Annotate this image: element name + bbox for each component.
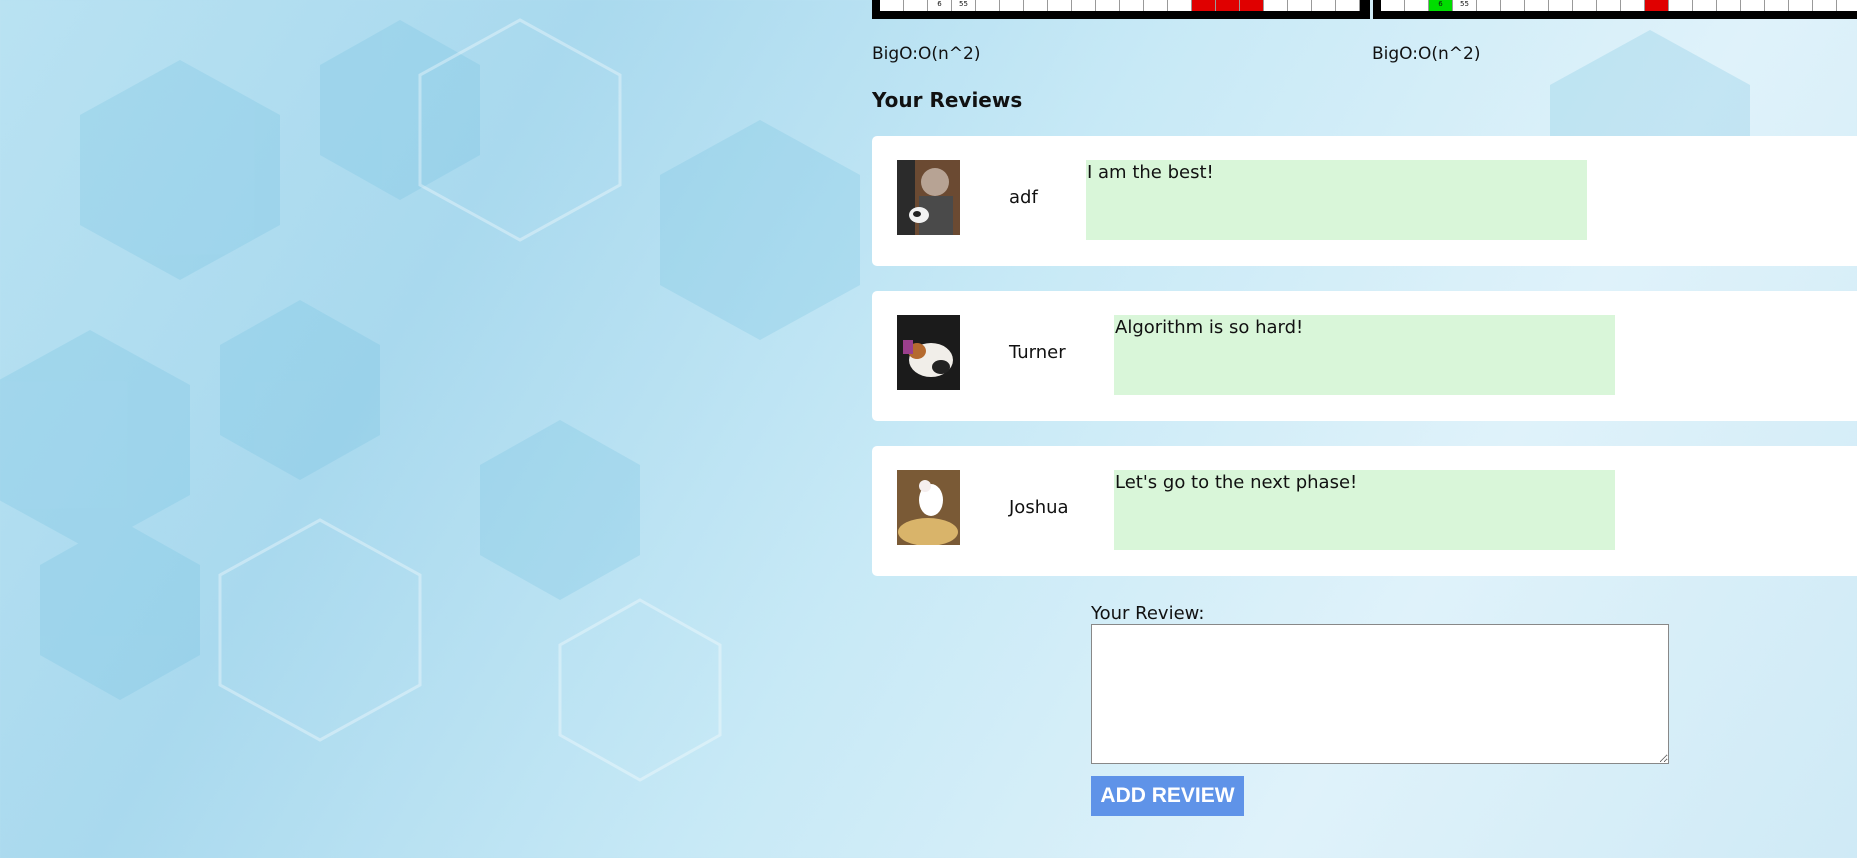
array-cell	[1381, 0, 1405, 11]
avatar	[897, 315, 960, 390]
review-text: Algorithm is so hard!	[1114, 315, 1615, 395]
array-cell	[1717, 0, 1741, 11]
array-cell	[976, 0, 1000, 11]
array-cell	[1024, 0, 1048, 11]
review-card: Joshua Let's go to the next phase!	[872, 446, 1857, 576]
reviews-heading: Your Reviews	[872, 88, 1023, 112]
array-cell	[1549, 0, 1573, 11]
array-cell	[1621, 0, 1645, 11]
array-cell	[1168, 0, 1192, 11]
array-cell	[1120, 0, 1144, 11]
array-cell	[1288, 0, 1312, 11]
array-cell	[1525, 0, 1549, 11]
array-cell	[1813, 0, 1837, 11]
review-text: I am the best!	[1086, 160, 1587, 240]
review-textarea[interactable]	[1091, 624, 1669, 764]
array-cell	[904, 0, 928, 11]
array-cell	[1573, 0, 1597, 11]
array-visualizer-right: 6 55	[1373, 0, 1857, 19]
array-cell	[1000, 0, 1024, 11]
array-cell	[1312, 0, 1336, 11]
array-cell	[1765, 0, 1789, 11]
array-cell	[1072, 0, 1096, 11]
add-review-button[interactable]: ADD REVIEW	[1091, 776, 1244, 816]
array-cell	[1264, 0, 1288, 11]
review-text: Let's go to the next phase!	[1114, 470, 1615, 550]
array-cell	[1048, 0, 1072, 11]
array-cell	[1741, 0, 1765, 11]
array-cell	[1597, 0, 1621, 11]
array-cell	[1144, 0, 1168, 11]
reviewer-name: Joshua	[1009, 497, 1069, 518]
array-cell	[1669, 0, 1693, 11]
array-cell	[1645, 0, 1669, 11]
review-card: Turner Algorithm is so hard!	[872, 291, 1857, 421]
array-cell	[1405, 0, 1429, 11]
array-cell	[1240, 0, 1264, 11]
array-cell	[1336, 0, 1360, 11]
array-cell: 6	[928, 0, 952, 11]
complexity-label-right: BigO:O(n^2)	[1372, 44, 1481, 64]
avatar	[897, 470, 960, 545]
array-cell	[880, 0, 904, 11]
array-cell	[1837, 0, 1857, 11]
array-cell: 55	[1453, 0, 1477, 11]
complexity-label-left: BigO:O(n^2)	[872, 44, 981, 64]
array-cell: 6	[1429, 0, 1453, 11]
array-cell	[1789, 0, 1813, 11]
array-cell	[1216, 0, 1240, 11]
reviewer-name: adf	[1009, 187, 1038, 208]
array-cell	[1477, 0, 1501, 11]
review-form-label: Your Review:	[1091, 603, 1205, 624]
array-cell: 55	[952, 0, 976, 11]
avatar	[897, 160, 960, 235]
array-visualizer-left: 6 55	[872, 0, 1370, 19]
review-card: adf I am the best!	[872, 136, 1857, 266]
array-cell	[1693, 0, 1717, 11]
array-cell	[1501, 0, 1525, 11]
reviewer-name: Turner	[1009, 342, 1066, 363]
array-cell	[1096, 0, 1120, 11]
array-cell	[1192, 0, 1216, 11]
